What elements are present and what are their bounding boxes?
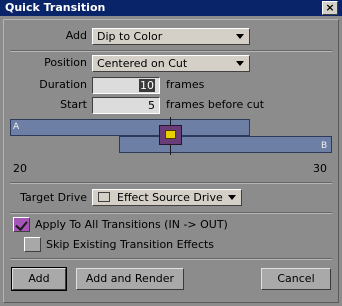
- chevron-down-icon: [228, 195, 236, 200]
- track-a: [10, 119, 250, 136]
- track-a-label: A: [13, 122, 20, 132]
- duration-unit: frames: [166, 78, 205, 91]
- start-unit: frames before cut: [166, 98, 265, 111]
- separator: [10, 258, 332, 260]
- position-label: Position: [44, 56, 87, 69]
- duration-label: Duration: [39, 78, 87, 91]
- checkmark-icon: [15, 218, 28, 231]
- add-and-render-button[interactable]: Add and Render: [76, 268, 184, 290]
- apply-all-checkbox[interactable]: [13, 217, 30, 232]
- skip-existing-label: Skip Existing Transition Effects: [46, 238, 215, 251]
- cancel-button[interactable]: Cancel: [261, 268, 331, 290]
- start-value: 5: [148, 99, 155, 112]
- duration-value: 10: [139, 79, 155, 92]
- start-label: Start: [60, 98, 87, 111]
- track-b: [119, 136, 332, 153]
- target-drive-dropdown[interactable]: Effect Source Drive: [92, 189, 242, 206]
- close-icon: ×: [325, 1, 335, 14]
- timeline-start-tick: 20: [13, 162, 27, 175]
- add-effect-dropdown[interactable]: Dip to Color: [92, 28, 250, 45]
- track-b-label: B: [321, 141, 328, 151]
- chevron-down-icon: [236, 34, 244, 39]
- chevron-down-icon: [236, 61, 244, 66]
- apply-all-label: Apply To All Transitions (IN -> OUT): [35, 218, 228, 231]
- add-button[interactable]: Add: [11, 267, 67, 291]
- target-drive-value: Effect Source Drive: [117, 191, 223, 204]
- target-drive-label: Target Drive: [20, 191, 87, 204]
- position-dropdown[interactable]: Centered on Cut: [92, 55, 250, 72]
- transition-handle[interactable]: [159, 125, 182, 145]
- separator: [10, 212, 332, 214]
- add-effect-value: Dip to Color: [97, 30, 163, 43]
- duration-input[interactable]: 10: [92, 77, 160, 94]
- transition-icon: [165, 130, 176, 139]
- add-label: Add: [65, 29, 87, 42]
- drive-icon: [98, 192, 110, 202]
- close-button[interactable]: ×: [322, 1, 338, 15]
- timeline-end-tick: 30: [313, 162, 327, 175]
- separator: [10, 182, 332, 184]
- skip-existing-checkbox[interactable]: [24, 237, 41, 252]
- separator: [10, 50, 332, 52]
- position-value: Centered on Cut: [97, 57, 188, 70]
- window-title: Quick Transition: [5, 1, 106, 14]
- start-input[interactable]: 5: [92, 97, 160, 114]
